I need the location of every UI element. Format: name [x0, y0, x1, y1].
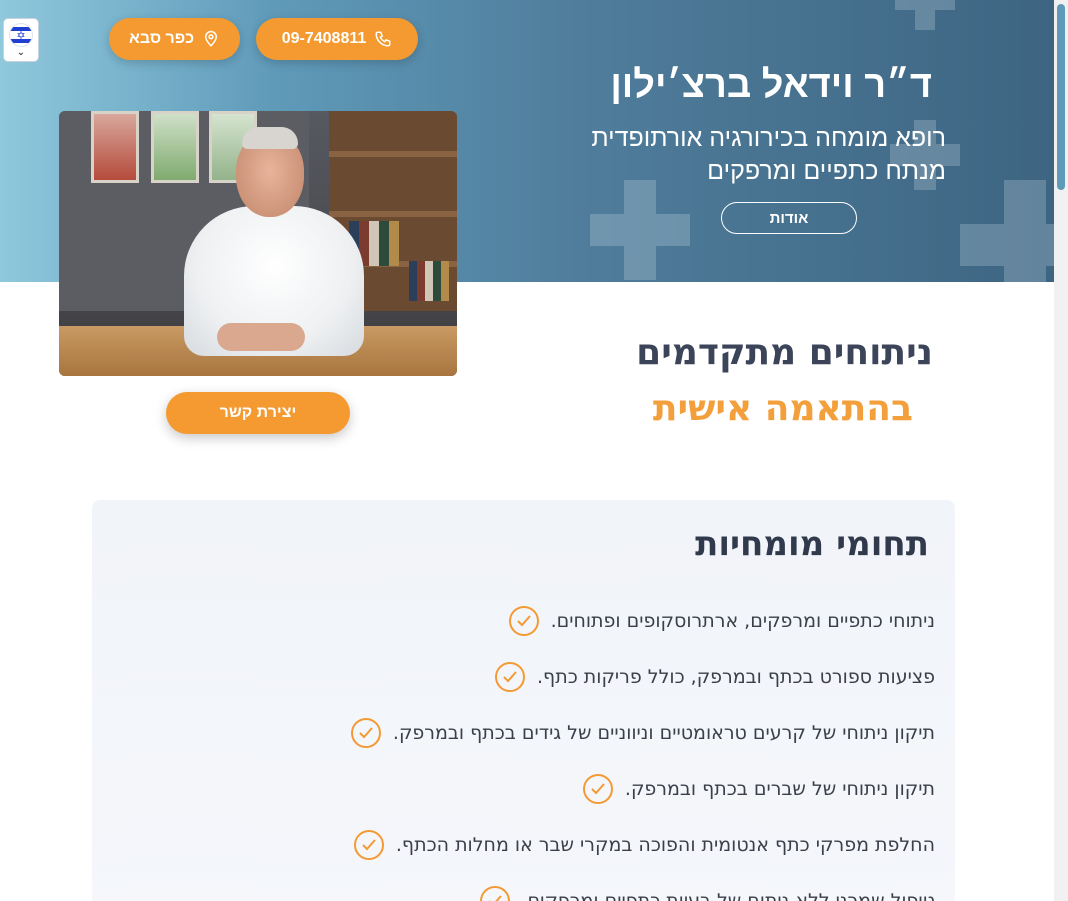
doctor-photo — [59, 111, 457, 376]
medical-cross-decoration — [590, 180, 690, 280]
check-circle-icon — [582, 774, 613, 804]
expertise-card: תחומי מומחיות ניתוחי כתפיים ומרפקים, ארת… — [92, 500, 955, 901]
location-button[interactable]: כפר סבא — [109, 18, 240, 60]
vertical-scrollbar[interactable] — [1054, 0, 1068, 901]
subtitle-line-2: מנתח כתפיים ומרפקים — [707, 157, 946, 185]
check-circle-icon — [495, 662, 526, 692]
doctor-subtitle: רופא מומחה בכירורגיה אורתופדית מנתח כתפי… — [526, 122, 946, 188]
subtitle-line-1: רופא מומחה בכירורגיה אורתופדית — [591, 124, 946, 152]
expertise-item-text: החלפת מפרקי כתף אנטומית והפוכה במקרי שבר… — [395, 834, 935, 856]
check-circle-icon — [508, 606, 539, 636]
wall-art — [151, 111, 199, 183]
tagline-line-1: ניתוחים מתקדמים — [636, 332, 933, 373]
location-label: כפר סבא — [128, 30, 195, 47]
language-switcher[interactable]: ✡ ⌄ — [3, 18, 39, 62]
expertise-item-text: ניתוחי כתפיים ומרפקים, ארתרוסקופים ופתוח… — [550, 610, 935, 632]
contact-button[interactable]: יצירת קשר — [166, 392, 350, 434]
phone-number: 09-7408811 — [281, 30, 367, 47]
check-circle-icon — [350, 718, 381, 748]
expertise-item-text: תיקון ניתוחי של קרעים טראומטיים וניווניי… — [392, 722, 935, 744]
scrollbar-thumb[interactable] — [1057, 4, 1065, 190]
list-item: טיפול שמרני ללא ניתוח של בעיות כתפיים ומ… — [479, 886, 935, 901]
phone-button[interactable]: 09-7408811 — [256, 18, 418, 60]
medical-cross-decoration — [895, 0, 955, 30]
phone-icon — [375, 31, 391, 47]
list-item: החלפת מפרקי כתף אנטומית והפוכה במקרי שבר… — [353, 830, 935, 860]
expertise-item-text: פציעות ספורט בכתף ובמרפק, כולל פריקות כת… — [537, 666, 935, 688]
list-item: תיקון ניתוחי של קרעים טראומטיים וניווניי… — [350, 718, 935, 748]
israel-flag-icon: ✡ — [9, 23, 33, 47]
tagline-line-2: בהתאמה אישית — [652, 388, 913, 429]
map-pin-icon — [205, 30, 218, 47]
list-item: פציעות ספורט בכתף ובמרפק, כולל פריקות כת… — [495, 662, 935, 692]
medical-cross-decoration — [960, 180, 1054, 282]
check-circle-icon — [353, 830, 384, 860]
about-button[interactable]: אודות — [721, 202, 857, 234]
doctor-name: ד״ר וידאל ברצ׳ילון — [610, 64, 932, 106]
check-circle-icon — [479, 886, 510, 901]
page: ✡ ⌄ כפר סבא 09-7408811 ד״ר וידאל ברצ׳ילו… — [0, 0, 1068, 901]
expertise-item-text: טיפול שמרני ללא ניתוח של בעיות כתפיים ומ… — [521, 890, 935, 901]
expertise-title: תחומי מומחיות — [695, 524, 929, 564]
expertise-item-text: תיקון ניתוחי של שברים בכתף ובמרפק. — [624, 778, 935, 800]
list-item: תיקון ניתוחי של שברים בכתף ובמרפק. — [582, 774, 935, 804]
wall-art — [91, 111, 139, 183]
list-item: ניתוחי כתפיים ומרפקים, ארתרוסקופים ופתוח… — [508, 606, 935, 636]
chevron-down-icon: ⌄ — [16, 47, 26, 58]
